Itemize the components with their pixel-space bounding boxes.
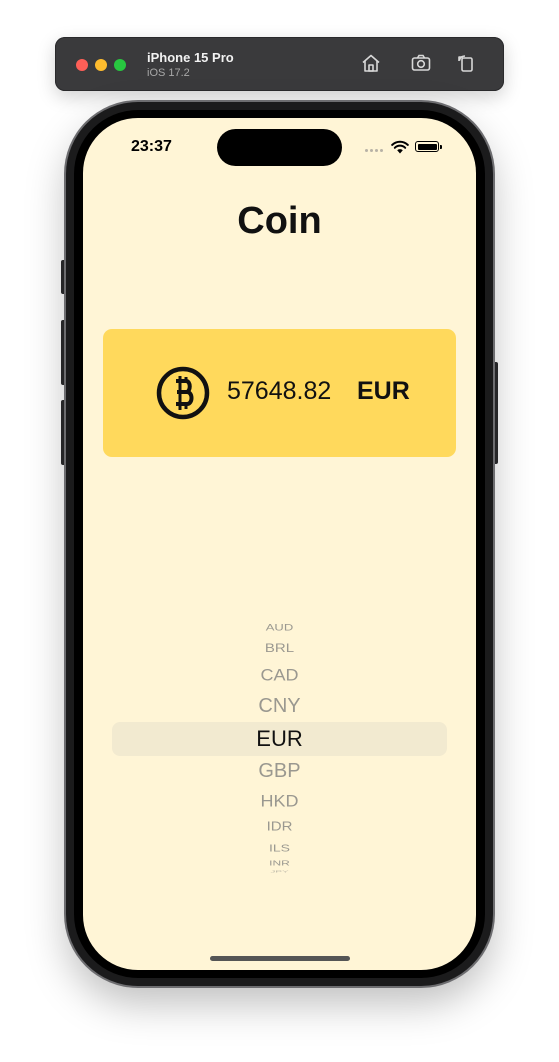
rotate-icon[interactable] (455, 52, 477, 74)
iphone-screen: 23:37 Coin 57648.82 EUR AUD BRL CAD CNY … (83, 118, 476, 970)
cellular-signal-icon (365, 149, 387, 152)
picker-item-ils[interactable]: ILS (83, 843, 476, 853)
zoom-window-button[interactable] (114, 59, 126, 71)
status-time: 23:37 (131, 138, 172, 155)
picker-item-gbp[interactable]: GBP (83, 761, 476, 781)
os-version: iOS 17.2 (147, 67, 190, 79)
close-window-button[interactable] (76, 59, 88, 71)
battery-icon (415, 141, 439, 152)
minimize-window-button[interactable] (95, 59, 107, 71)
bitcoin-icon (156, 366, 210, 420)
simulator-stage: iPhone 15 Pro iOS 17.2 23:37 Coin 57648.… (0, 0, 559, 1062)
page-title: Coin (237, 200, 322, 242)
battery-tip (440, 145, 442, 149)
rate-card: 57648.82 EUR (103, 329, 456, 457)
picker-item-aud[interactable]: AUD (83, 623, 476, 632)
screenshot-icon[interactable] (410, 52, 432, 74)
picker-item-jpy[interactable]: JPY (83, 870, 476, 874)
wifi-icon (391, 140, 409, 154)
picker-item-brl[interactable]: BRL (83, 642, 476, 654)
rate-currency: EUR (357, 377, 410, 405)
dynamic-island (217, 129, 342, 166)
picker-item-inr[interactable]: INR (83, 860, 476, 867)
picker-item-idr[interactable]: IDR (83, 820, 476, 833)
home-indicator[interactable] (210, 956, 350, 961)
simulator-toolbar: iPhone 15 Pro iOS 17.2 (55, 37, 504, 91)
picker-item-eur-selected[interactable]: EUR (83, 728, 476, 750)
rate-value: 57648.82 (227, 377, 332, 405)
power-button (493, 362, 498, 464)
home-icon[interactable] (360, 52, 382, 74)
device-name: iPhone 15 Pro (147, 50, 234, 65)
picker-item-cny[interactable]: CNY (83, 696, 476, 716)
picker-item-cad[interactable]: CAD (83, 667, 476, 684)
picker-item-hkd[interactable]: HKD (83, 793, 476, 810)
